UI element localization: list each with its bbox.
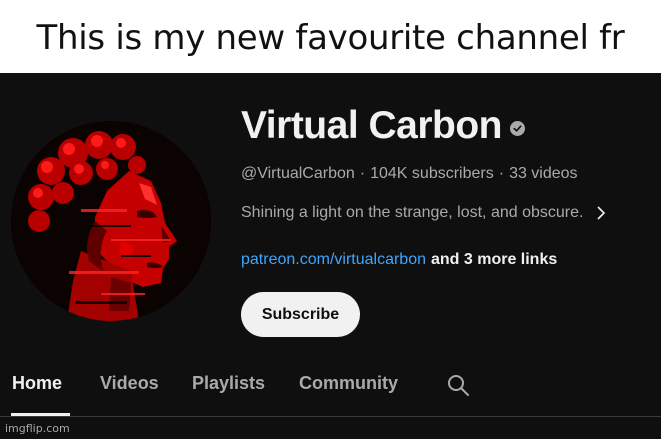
search-icon[interactable] bbox=[446, 373, 470, 397]
subscriber-count: 104K subscribers bbox=[370, 165, 494, 182]
imgflip-watermark: imgflip.com bbox=[5, 422, 70, 435]
chevron-right-icon bbox=[597, 206, 606, 220]
tab-playlists[interactable]: Playlists bbox=[192, 373, 265, 394]
channel-page: Virtual Carbon @VirtualCarbon · 104K subsc… bbox=[0, 73, 661, 439]
channel-meta: @VirtualCarbon · 104K subscribers · 33 video… bbox=[241, 165, 578, 183]
channel-name-row: Virtual Carbon bbox=[241, 103, 525, 149]
channel-handle: @VirtualCarbon bbox=[241, 165, 355, 182]
patreon-link[interactable]: patreon.com/virtualcarbon bbox=[241, 251, 426, 268]
verified-checkmark-icon bbox=[510, 120, 525, 136]
description-text: Shining a light on the strange, lost, an… bbox=[241, 204, 584, 221]
statue-bust-image bbox=[11, 121, 211, 321]
meta-separator: · bbox=[359, 165, 366, 182]
channel-title: Virtual Carbon bbox=[241, 104, 503, 147]
channel-avatar[interactable] bbox=[11, 121, 211, 321]
channel-links: patreon.com/virtualcarbon and 3 more link… bbox=[241, 251, 557, 269]
tab-videos[interactable]: Videos bbox=[100, 373, 159, 394]
meta-separator: · bbox=[498, 165, 505, 182]
meme-caption: This is my new favourite channel fr bbox=[36, 17, 625, 58]
subscribe-button[interactable]: Subscribe bbox=[241, 292, 360, 337]
tabs-divider bbox=[0, 416, 661, 417]
tab-home[interactable]: Home bbox=[12, 373, 62, 394]
more-links-button[interactable]: and 3 more links bbox=[431, 251, 557, 268]
video-count: 33 videos bbox=[509, 165, 578, 182]
channel-tabs: Home Videos Playlists Community bbox=[0, 370, 661, 418]
tab-community[interactable]: Community bbox=[299, 373, 398, 394]
meme-caption-bar: This is my new favourite channel fr bbox=[0, 0, 661, 73]
channel-description[interactable]: Shining a light on the strange, lost, an… bbox=[241, 204, 606, 222]
